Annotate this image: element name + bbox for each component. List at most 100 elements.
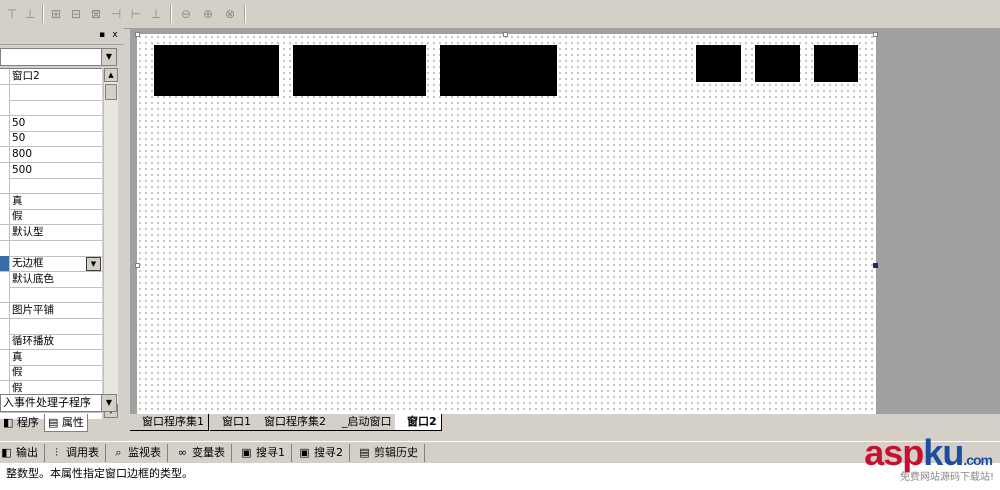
tab-assembly-2[interactable]: 窗口程序集2 xyxy=(252,414,331,431)
property-row[interactable] xyxy=(0,287,102,303)
property-name-cell[interactable] xyxy=(0,256,10,271)
property-row[interactable] xyxy=(0,241,102,257)
h-space-icon[interactable]: ⊣ xyxy=(108,6,124,22)
property-name-cell[interactable] xyxy=(0,303,10,318)
property-row[interactable]: 800 xyxy=(0,147,102,163)
resize-handle-n[interactable] xyxy=(503,32,508,37)
property-name-cell[interactable] xyxy=(0,178,10,193)
property-value[interactable]: 800 xyxy=(12,148,32,161)
property-name-cell[interactable] xyxy=(0,365,10,380)
property-row[interactable]: 假 xyxy=(0,209,102,225)
property-row[interactable] xyxy=(0,319,102,335)
center-h-icon[interactable]: ⊥ xyxy=(148,6,164,22)
property-value[interactable]: 图片平铺 xyxy=(12,304,54,317)
tab-search-1[interactable]: ▣ 搜寻1 xyxy=(240,444,292,462)
tab-window-1[interactable]: 窗口1 xyxy=(210,414,256,431)
center-both-icon[interactable]: ⊗ xyxy=(222,6,238,22)
tab-variables[interactable]: ∞ 变量表 xyxy=(176,444,232,462)
property-name-cell[interactable] xyxy=(0,241,10,256)
scroll-up-icon[interactable]: ▲ xyxy=(104,68,118,82)
button-6[interactable] xyxy=(814,45,858,82)
button-5[interactable] xyxy=(755,45,800,82)
tab-properties[interactable]: ▤ 属性 xyxy=(44,414,88,432)
property-name-cell[interactable] xyxy=(0,287,10,302)
property-row[interactable] xyxy=(0,85,102,101)
property-row[interactable]: 真 xyxy=(0,350,102,366)
tab-output[interactable]: ◧ 输出 xyxy=(0,444,45,462)
property-row[interactable]: 50 xyxy=(0,131,102,147)
property-row[interactable]: 默认型 xyxy=(0,225,102,241)
property-value[interactable]: 无边框 xyxy=(12,257,44,270)
property-name-cell[interactable] xyxy=(0,209,10,224)
tab-window-2[interactable]: 窗口2 xyxy=(395,414,442,431)
property-value[interactable]: 500 xyxy=(12,164,32,177)
resize-handle-e[interactable] xyxy=(873,263,878,268)
property-name-cell[interactable] xyxy=(0,225,10,240)
property-value[interactable]: 窗口2 xyxy=(12,70,40,83)
property-value[interactable]: 循环播放 xyxy=(12,335,54,348)
button-4[interactable] xyxy=(696,45,741,82)
tab-startup-window[interactable]: _启动窗口 xyxy=(330,414,397,431)
same-size-icon[interactable]: ⊠ xyxy=(88,6,104,22)
property-value[interactable]: 50 xyxy=(12,132,25,145)
property-row[interactable]: 假 xyxy=(0,365,102,381)
property-row[interactable]: 窗口2 xyxy=(0,69,102,85)
property-row[interactable]: 默认底色 xyxy=(0,272,102,288)
chevron-down-icon[interactable]: ▼ xyxy=(101,49,116,65)
property-row[interactable]: 无边框 ▼ xyxy=(0,256,102,272)
tab-assembly-1[interactable]: 窗口程序集1 xyxy=(130,414,209,431)
chevron-down-icon[interactable]: ▼ xyxy=(86,257,101,271)
button-2[interactable] xyxy=(293,45,426,96)
tab-call-stack[interactable]: ⫶ 调用表 xyxy=(50,444,106,462)
tab-program[interactable]: ◧ 程序 xyxy=(0,414,42,431)
v-space-icon[interactable]: ⊢ xyxy=(128,6,144,22)
same-width-icon[interactable]: ⊞ xyxy=(48,6,64,22)
center-v-icon[interactable]: ⊕ xyxy=(200,6,216,22)
property-name-cell[interactable] xyxy=(0,163,10,178)
property-value[interactable]: 真 xyxy=(12,195,23,208)
tab-clip-history[interactable]: ▤ 剪辑历史 xyxy=(358,444,425,462)
property-name-cell[interactable] xyxy=(0,69,10,84)
property-name-cell[interactable] xyxy=(0,319,10,334)
property-name-cell[interactable] xyxy=(0,350,10,365)
property-row[interactable]: 50 xyxy=(0,116,102,132)
same-height-icon[interactable]: ⊟ xyxy=(68,6,84,22)
property-value[interactable]: 50 xyxy=(12,117,25,130)
property-value[interactable]: 假 xyxy=(12,366,23,379)
property-row[interactable]: 图片平铺 xyxy=(0,303,102,319)
property-value[interactable]: 假 xyxy=(12,210,23,223)
tab-watch[interactable]: ⌕ 监视表 xyxy=(112,444,168,462)
button-1[interactable] xyxy=(154,45,279,96)
property-value[interactable]: 真 xyxy=(12,351,23,364)
property-name-cell[interactable] xyxy=(0,100,10,115)
align-middle-icon[interactable]: ⊥ xyxy=(22,6,38,22)
close-icon[interactable]: x xyxy=(110,30,120,40)
align-top-icon[interactable]: ⊤ xyxy=(4,6,20,22)
form-design-surface[interactable] xyxy=(137,34,876,414)
resize-handle-nw[interactable] xyxy=(135,32,140,37)
property-value[interactable]: 默认型 xyxy=(12,226,44,239)
property-row[interactable]: 500 xyxy=(0,163,102,179)
property-grid-scrollbar[interactable]: ▲ ▼ xyxy=(103,68,118,418)
object-selector[interactable]: ▼ xyxy=(0,48,117,66)
scroll-thumb[interactable] xyxy=(105,84,117,100)
resize-handle-w[interactable] xyxy=(135,263,140,268)
property-row[interactable]: 真 xyxy=(0,194,102,210)
resize-handle-ne[interactable] xyxy=(873,32,878,37)
property-row[interactable] xyxy=(0,178,102,194)
property-name-cell[interactable] xyxy=(0,334,10,349)
property-name-cell[interactable] xyxy=(0,116,10,131)
property-name-cell[interactable] xyxy=(0,131,10,146)
center-h-icon[interactable]: ⊖ xyxy=(178,6,194,22)
property-name-cell[interactable] xyxy=(0,85,10,100)
property-row[interactable]: 循环播放 xyxy=(0,334,102,350)
dock-icon[interactable]: ▪ xyxy=(97,30,107,40)
property-name-cell[interactable] xyxy=(0,147,10,162)
button-3[interactable] xyxy=(440,45,557,96)
property-value[interactable]: 默认底色 xyxy=(12,273,54,286)
property-name-cell[interactable] xyxy=(0,272,10,287)
property-row[interactable] xyxy=(0,100,102,116)
panel-horizontal-scrollbar[interactable] xyxy=(0,408,130,414)
property-name-cell[interactable] xyxy=(0,194,10,209)
tab-search-2[interactable]: ▣ 搜寻2 xyxy=(298,444,350,462)
